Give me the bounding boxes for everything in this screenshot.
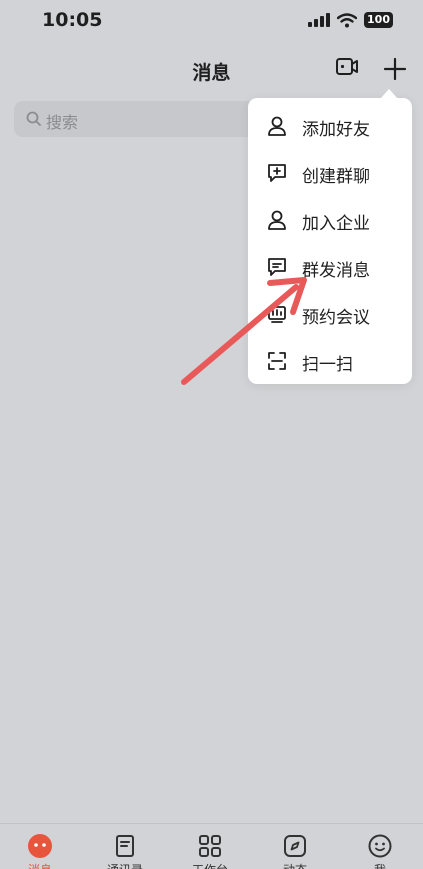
compass-icon — [284, 835, 306, 857]
add-menu-popover: 添加好友 创建群聊 加入企业 群发消息 预约会议 扫一扫 — [248, 89, 412, 384]
contacts-icon — [116, 835, 134, 857]
chat-plus-icon — [268, 164, 286, 182]
menu-item-schedule-meeting[interactable]: 预约会议 — [248, 290, 412, 337]
tab-bar: 消息 通讯录 工作台 动态 我 — [0, 823, 423, 869]
page-title: 消息 — [192, 62, 231, 84]
tab-contacts[interactable]: 通讯录 — [95, 833, 155, 869]
status-bar: 10:05 100 — [0, 0, 423, 44]
menu-item-add-friend[interactable]: 添加好友 — [248, 102, 412, 149]
workbench-icon — [199, 835, 221, 857]
meeting-icon — [268, 306, 286, 323]
tab-moments[interactable]: 动态 — [265, 833, 325, 869]
menu-arrow — [380, 89, 398, 99]
tab-workbench[interactable]: 工作台 — [180, 833, 240, 869]
scan-icon — [268, 352, 286, 370]
menu-item-label: 预约会议 — [302, 308, 370, 328]
wifi-icon — [337, 12, 358, 27]
menu-item-broadcast-message[interactable]: 群发消息 — [248, 243, 412, 290]
plus-icon[interactable] — [383, 57, 407, 81]
search-placeholder: 搜索 — [46, 113, 79, 132]
tab-me[interactable]: 我 — [350, 833, 410, 869]
menu-item-label: 添加好友 — [302, 120, 370, 140]
menu-item-label: 创建群聊 — [302, 167, 370, 187]
menu-item-create-group[interactable]: 创建群聊 — [248, 149, 412, 196]
status-time: 10:05 — [42, 9, 103, 31]
menu-item-join-company[interactable]: 加入企业 — [248, 196, 412, 243]
search-icon — [26, 111, 41, 126]
smile-icon — [368, 834, 392, 858]
menu-item-label: 扫一扫 — [302, 355, 353, 375]
person-icon — [268, 210, 286, 230]
menu-item-label: 群发消息 — [302, 261, 370, 281]
menu-item-scan[interactable]: 扫一扫 — [248, 337, 412, 384]
status-icons: 100 — [308, 12, 393, 28]
message-icon — [268, 258, 286, 276]
person-icon — [268, 116, 286, 136]
signal-icon — [308, 13, 331, 27]
menu-item-label: 加入企业 — [302, 214, 370, 234]
battery-icon: 100 — [364, 12, 393, 28]
tab-messages[interactable]: 消息 — [10, 833, 70, 869]
message-face-icon — [28, 834, 52, 858]
video-call-icon[interactable] — [335, 56, 359, 78]
